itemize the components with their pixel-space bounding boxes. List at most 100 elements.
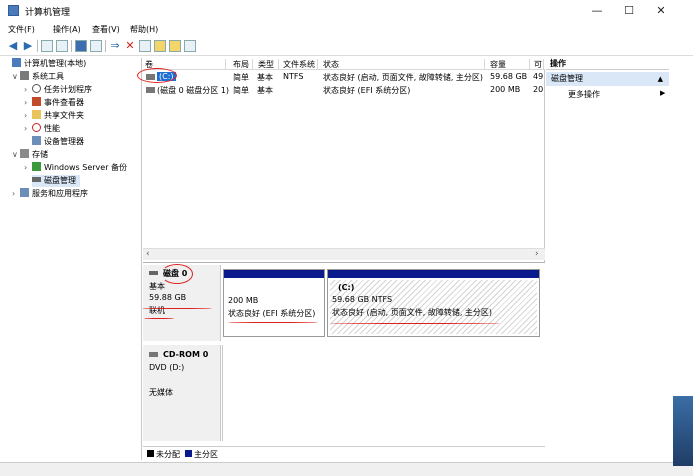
up-folder-icon[interactable] [41,40,53,52]
volume-capacity: 200 MB [490,85,521,94]
tree-item-windows-server-backup[interactable]: › Windows Server 备份 [24,162,127,174]
volume-free: 20 [533,85,544,94]
tree-item-label: 计算机管理(本地) [24,59,87,68]
table-row[interactable]: (C:) 简单 基本 NTFS 状态良好 (启动, 页面文件, 故障转储, 主分… [143,71,545,83]
column-header-type[interactable]: 类型 [256,59,279,70]
scroll-left-icon[interactable]: ‹ [146,249,150,259]
cdrom-name: CD-ROM 0 [163,350,209,359]
minimize-button[interactable]: — [580,0,614,22]
chevron-right-icon[interactable]: › [12,188,20,200]
properties-icon[interactable] [90,40,102,52]
chevron-right-icon[interactable]: › [24,97,32,109]
partition-efi[interactable]: 200 MB 状态良好 (EFI 系统分区) [223,269,325,337]
column-header-free[interactable]: 可 [532,59,544,70]
show-tree-icon[interactable] [56,40,68,52]
column-header-status[interactable]: 状态 [321,59,485,70]
shared-folder-icon [32,110,41,119]
menu-view[interactable]: 查看(V) [92,24,120,35]
tree-item-label: 存储 [32,150,48,159]
chevron-right-icon[interactable]: ▶ [660,89,665,97]
annotation-circle-c [137,68,177,83]
annotation-underline-size [142,308,212,309]
partition-bar [328,270,539,278]
view-icon[interactable] [184,40,196,52]
backup-icon [32,162,41,171]
partition-size: 59.68 GB NTFS [332,295,393,304]
disk-type: 基本 [149,282,165,291]
event-viewer-icon [32,97,41,106]
cdrom-media-area [222,345,545,441]
status-bar [0,462,693,476]
tree-item-performance[interactable]: › 性能 [24,123,60,135]
column-header-capacity[interactable]: 容量 [488,59,530,70]
volume-icon [146,87,155,93]
maximize-button[interactable]: ☐ [612,0,646,22]
cdrom-status: 无媒体 [149,388,173,397]
title-bar: 计算机管理 — ☐ ✕ [0,0,693,22]
actions-header: 操作 [546,58,669,70]
forward-arrow-icon[interactable]: ▶ [22,40,34,52]
tree-item-device-manager[interactable]: 设备管理器 [32,136,84,148]
cdrom-0-label[interactable]: CD-ROM 0 DVD (D:) 无媒体 [143,345,221,441]
computer-management-icon [8,5,19,16]
table-row[interactable]: (磁盘 0 磁盘分区 1) 简单 基本 状态良好 (EFI 系统分区) 200 … [143,84,545,96]
search-folder-icon[interactable] [169,40,181,52]
annotation-underline-efi [228,322,318,323]
menu-file[interactable]: 文件(F) [8,24,35,35]
tree-item-label: 事件查看器 [44,98,84,107]
column-header-filesystem[interactable]: 文件系统 [281,59,318,70]
check-icon[interactable] [139,40,151,52]
close-button[interactable]: ✕ [644,0,678,22]
tree-item-system-tools[interactable]: ∨ 系统工具 [12,71,64,83]
actions-disk-management[interactable]: 磁盘管理 ▲ [546,72,669,86]
tree-item-shared-folders[interactable]: › 共享文件夹 [24,110,84,122]
cdrom-icon [149,352,158,357]
chevron-right-icon[interactable]: › [24,162,32,174]
chevron-right-icon[interactable]: › [24,84,32,96]
tree-item-label: 系统工具 [32,72,64,81]
disk-size: 59.88 GB [149,293,187,302]
collapse-icon[interactable]: ▲ [658,72,663,86]
tree-item-storage[interactable]: ∨ 存储 [12,149,48,161]
chevron-down-icon[interactable]: ∨ [12,149,20,161]
tree-item-label: Windows Server 备份 [44,163,128,172]
storage-icon [20,149,29,158]
tree-item-root[interactable]: 计算机管理(本地) [12,58,86,70]
window-title: 计算机管理 [25,8,71,18]
partition-bar [224,270,324,278]
tree-item-services-apps[interactable]: › 服务和应用程序 [12,188,88,200]
delete-icon[interactable]: ✕ [124,40,136,52]
legend-unallocated: 未分配 [156,450,180,459]
menu-action[interactable]: 操作(A) [53,24,81,35]
disk-icon [149,271,158,275]
menu-help[interactable]: 帮助(H) [130,24,158,35]
horizontal-scrollbar[interactable]: ‹ › [143,248,545,260]
tree-item-disk-management[interactable]: 磁盘管理 [32,175,80,187]
actions-selected-label: 磁盘管理 [551,74,583,83]
partition-c[interactable]: (C:) 59.68 GB NTFS 状态良好 (启动, 页面文件, 故障转储,… [327,269,540,337]
disk-layout-area: 磁盘 0 基本 59.88 GB 联机 200 MB 状态良好 (EFI 系统分… [143,262,545,460]
help-icon[interactable] [75,40,87,52]
more-actions[interactable]: 更多操作 [568,89,600,100]
navigation-tree: 计算机管理(本地) ∨ 系统工具 › 任务计划程序 › 事件查看器 › 共享文件夹 › 性… [12,58,142,460]
menu-bar: 文件(F) 操作(A) 查看(V) 帮助(H) [0,22,693,36]
partition-status: 状态良好 (启动, 页面文件, 故障转储, 主分区) [332,308,493,317]
chevron-down-icon[interactable]: ∨ [12,71,20,83]
folder-icon[interactable] [154,40,166,52]
toolbar-divider [37,40,38,52]
volume-layout: 简单 [233,86,249,95]
chevron-right-icon[interactable]: › [24,110,32,122]
primary-swatch [185,450,192,457]
chevron-right-icon[interactable]: › [24,123,32,135]
clock-icon [32,84,41,93]
column-header-layout[interactable]: 布局 [231,59,253,70]
toolbar: ◀ ▶ ⇒ ✕ [0,36,693,56]
tools-icon [20,71,29,80]
connect-icon[interactable]: ⇒ [109,40,121,52]
scroll-right-icon[interactable]: › [535,249,539,259]
volume-name: (磁盘 0 磁盘分区 1) [157,86,230,95]
tree-item-event-viewer[interactable]: › 事件查看器 [24,97,84,109]
back-arrow-icon[interactable]: ◀ [7,40,19,52]
partition-size: 200 MB [228,296,259,305]
tree-item-task-scheduler[interactable]: › 任务计划程序 [24,84,92,96]
